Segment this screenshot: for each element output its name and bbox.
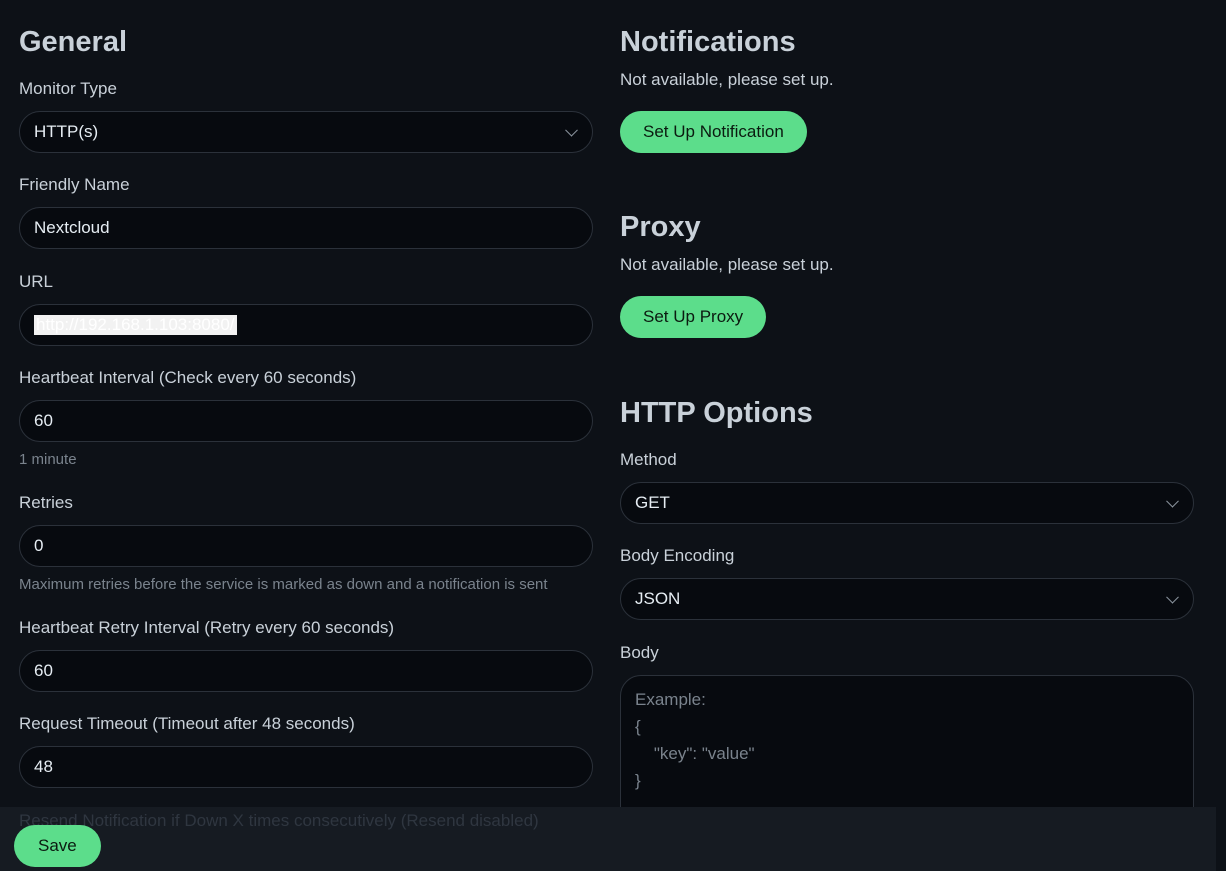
chevron-down-icon: [1166, 494, 1179, 508]
url-label: URL: [19, 272, 54, 291]
http-options-heading: HTTP Options: [620, 397, 813, 429]
body-placeholder-line: "key": "value": [635, 744, 755, 763]
retries-label: Retries: [19, 493, 73, 512]
setup-notification-button[interactable]: Set Up Notification: [620, 111, 807, 153]
request-timeout-label: Request Timeout (Timeout after 48 second…: [19, 714, 355, 733]
body-encoding-select[interactable]: JSON: [620, 578, 1194, 620]
method-value: GET: [635, 493, 670, 512]
method-select[interactable]: GET: [620, 482, 1194, 524]
retry-interval-value: 60: [34, 661, 53, 680]
body-placeholder-line: {: [635, 717, 641, 736]
retries-input[interactable]: 0: [19, 525, 593, 567]
friendly-name-value: Nextcloud: [34, 218, 110, 237]
scrollbar[interactable]: [1216, 0, 1226, 871]
proxy-status: Not available, please set up.: [620, 255, 834, 274]
retries-hint: Maximum retries before the service is ma…: [19, 576, 548, 593]
retries-value: 0: [34, 536, 44, 555]
save-button[interactable]: Save: [14, 825, 101, 867]
body-textarea[interactable]: Example: { "key": "value" }: [620, 675, 1194, 825]
method-label: Method: [620, 450, 677, 469]
url-input[interactable]: http://192.168.1.103:8080/: [19, 304, 593, 346]
heartbeat-interval-input[interactable]: 60: [19, 400, 593, 442]
body-placeholder-line: }: [635, 771, 641, 790]
friendly-name-input[interactable]: Nextcloud: [19, 207, 593, 249]
heartbeat-interval-label: Heartbeat Interval (Check every 60 secon…: [19, 368, 357, 387]
retry-interval-input[interactable]: 60: [19, 650, 593, 692]
heartbeat-interval-value: 60: [34, 411, 53, 430]
setup-proxy-button[interactable]: Set Up Proxy: [620, 296, 767, 338]
url-value: http://192.168.1.103:8080/: [34, 315, 237, 335]
monitor-type-label: Monitor Type: [19, 79, 117, 98]
general-heading: General: [19, 26, 127, 58]
retry-interval-label: Heartbeat Retry Interval (Retry every 60…: [19, 618, 395, 637]
chevron-down-icon: [565, 123, 578, 137]
notifications-heading: Notifications: [620, 26, 796, 58]
request-timeout-input[interactable]: 48: [19, 746, 593, 788]
monitor-type-select[interactable]: HTTP(s): [19, 111, 593, 153]
request-timeout-value: 48: [34, 757, 53, 776]
body-label: Body: [620, 643, 659, 662]
notifications-status: Not available, please set up.: [620, 70, 834, 89]
body-encoding-label: Body Encoding: [620, 546, 735, 565]
monitor-type-value: HTTP(s): [34, 122, 99, 141]
proxy-heading: Proxy: [620, 211, 701, 243]
heartbeat-interval-hint: 1 minute: [19, 451, 77, 468]
body-encoding-value: JSON: [635, 589, 681, 608]
chevron-down-icon: [1166, 590, 1179, 604]
resend-notification-label: Resend Notification if Down X times cons…: [19, 811, 539, 830]
body-placeholder-line: Example:: [635, 690, 706, 709]
friendly-name-label: Friendly Name: [19, 175, 130, 194]
